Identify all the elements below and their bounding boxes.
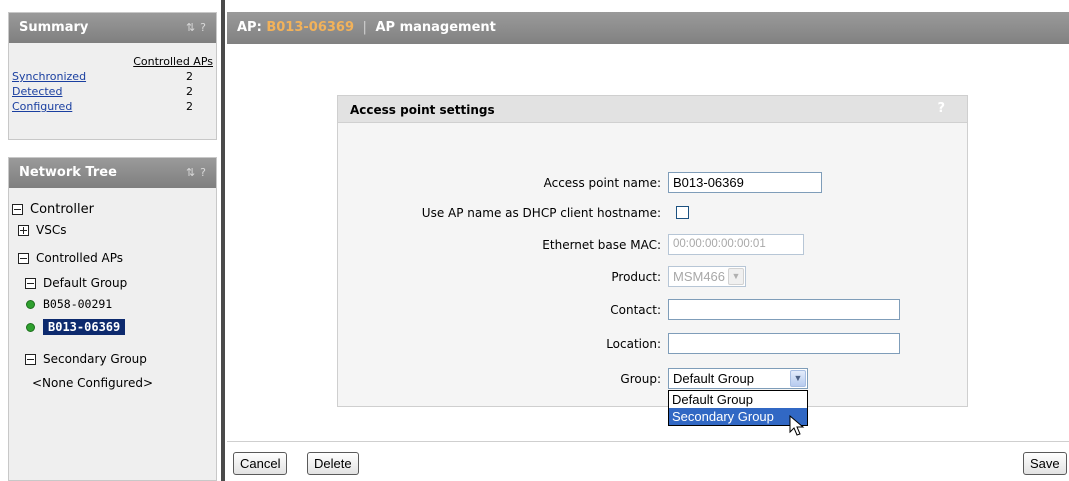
collapse-icon[interactable] bbox=[12, 204, 23, 215]
mouse-cursor-icon bbox=[789, 415, 805, 436]
sync-icon[interactable]: ⇅ bbox=[186, 166, 195, 179]
summary-link-configured[interactable]: Configured bbox=[12, 100, 72, 113]
status-ok-icon bbox=[26, 322, 35, 332]
dhcp-hostname-label: Use AP name as DHCP client hostname: bbox=[421, 206, 661, 220]
help-icon[interactable]: ? bbox=[200, 21, 206, 34]
settings-title: Access point settings bbox=[350, 103, 495, 117]
network-tree-title: Network Tree bbox=[19, 165, 117, 180]
summary-row: Synchronized 2 bbox=[12, 70, 207, 83]
status-ok-icon bbox=[26, 299, 35, 309]
group-value: Default Group bbox=[673, 371, 754, 386]
tree-node-ap-selected[interactable]: B013-06369 bbox=[26, 319, 126, 335]
network-tree-panel: Network Tree ⇅? Controller VSCs Controll… bbox=[8, 157, 217, 481]
tree-node-default-group[interactable]: Default Group bbox=[25, 276, 127, 290]
group-select[interactable]: Default Group ▼ bbox=[668, 368, 808, 389]
tree-node-vscs[interactable]: VSCs bbox=[18, 223, 66, 237]
help-icon[interactable]: ? bbox=[937, 101, 945, 116]
tree-node-label: VSCs bbox=[36, 223, 67, 237]
footer-divider bbox=[227, 441, 1069, 442]
summary-link-detected[interactable]: Detected bbox=[12, 85, 62, 98]
summary-row: Detected 2 bbox=[12, 85, 207, 98]
ap-name-heading: B013-06369 bbox=[266, 20, 354, 35]
group-dropdown-list[interactable]: Default Group Secondary Group bbox=[668, 390, 808, 426]
expand-icon[interactable] bbox=[18, 224, 29, 236]
ethernet-mac-field: 00:00:00:00:00:01 bbox=[668, 234, 804, 255]
tree-node-label: Controlled APs bbox=[36, 251, 124, 265]
breadcrumb-separator: | bbox=[362, 20, 367, 35]
panel-divider[interactable] bbox=[221, 0, 225, 481]
tree-node-controlled-aps[interactable]: Controlled APs bbox=[18, 251, 123, 265]
summary-column-header: Controlled APs bbox=[133, 55, 213, 68]
tree-node-label: Controller bbox=[30, 202, 94, 217]
page-header: AP: B013-06369 | AP management bbox=[227, 12, 1069, 44]
summary-header: Summary ⇅? bbox=[9, 13, 216, 43]
summary-value: 2 bbox=[186, 70, 193, 83]
dhcp-hostname-checkbox[interactable] bbox=[676, 206, 689, 219]
network-tree-header-icons: ⇅? bbox=[181, 166, 206, 179]
tree-node-ap[interactable]: B058-00291 bbox=[26, 297, 112, 311]
delete-button[interactable]: Delete bbox=[307, 452, 359, 475]
summary-row: Configured 2 bbox=[12, 100, 207, 113]
network-tree-header: Network Tree ⇅? bbox=[9, 158, 216, 188]
chevron-down-icon: ▼ bbox=[728, 268, 744, 285]
sync-icon[interactable]: ⇅ bbox=[186, 21, 195, 34]
contact-label: Contact: bbox=[610, 303, 661, 317]
summary-title: Summary bbox=[19, 20, 89, 35]
summary-panel: Summary ⇅? Controlled APs Synchronized 2… bbox=[8, 12, 217, 140]
tree-node-label: B058-00291 bbox=[43, 297, 113, 311]
product-label: Product: bbox=[611, 270, 661, 284]
settings-header: Access point settings ? bbox=[338, 96, 967, 123]
product-value: MSM466 bbox=[673, 269, 726, 284]
save-button[interactable]: Save bbox=[1023, 452, 1067, 475]
collapse-icon[interactable] bbox=[18, 252, 29, 264]
ap-name-label: Access point name: bbox=[543, 176, 661, 190]
collapse-icon[interactable] bbox=[25, 353, 36, 365]
help-icon[interactable]: ? bbox=[200, 166, 206, 179]
tree-node-controller[interactable]: Controller bbox=[12, 202, 94, 217]
group-option-default[interactable]: Default Group bbox=[669, 391, 807, 408]
summary-header-icons: ⇅? bbox=[181, 21, 206, 34]
cancel-button[interactable]: Cancel bbox=[233, 452, 288, 475]
summary-link-synchronized[interactable]: Synchronized bbox=[12, 70, 86, 83]
tree-node-label: Default Group bbox=[43, 276, 128, 290]
collapse-icon[interactable] bbox=[25, 277, 36, 289]
group-label: Group: bbox=[620, 372, 661, 386]
chevron-down-icon[interactable]: ▼ bbox=[790, 370, 806, 387]
ap-name-input[interactable]: B013-06369 bbox=[668, 172, 822, 193]
contact-input[interactable] bbox=[668, 299, 900, 320]
tree-node-none-configured: <None Configured> bbox=[32, 376, 153, 390]
location-label: Location: bbox=[606, 337, 661, 351]
ethernet-mac-label: Ethernet base MAC: bbox=[542, 238, 661, 252]
tree-node-label: Secondary Group bbox=[43, 352, 147, 366]
ap-prefix: AP: bbox=[237, 20, 262, 35]
summary-value: 2 bbox=[186, 85, 193, 98]
location-input[interactable] bbox=[668, 333, 900, 354]
group-option-secondary[interactable]: Secondary Group bbox=[669, 408, 807, 425]
summary-value: 2 bbox=[186, 100, 193, 113]
breadcrumb: AP: B013-06369 | AP management bbox=[237, 20, 496, 35]
tree-node-label: B013-06369 bbox=[43, 319, 126, 335]
tree-node-label: <None Configured> bbox=[32, 376, 154, 390]
tree-node-secondary-group[interactable]: Secondary Group bbox=[25, 352, 147, 366]
page-title: AP management bbox=[375, 20, 496, 35]
product-select: MSM466 ▼ bbox=[668, 266, 746, 287]
